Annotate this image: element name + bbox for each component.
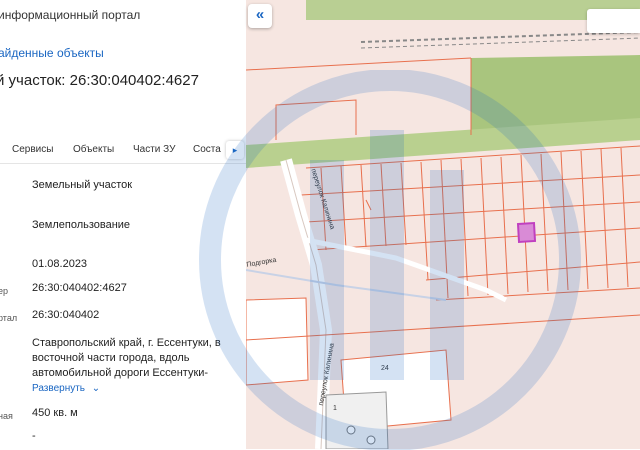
house-number-label: 1	[333, 405, 337, 412]
expand-label: Развернуть	[32, 383, 86, 394]
portal-title: информационный портал	[0, 8, 141, 22]
parcel-grid	[300, 145, 640, 301]
parcel-boundary	[246, 57, 472, 71]
map-point	[366, 435, 376, 445]
object-kind-value: Землепользование	[32, 219, 131, 231]
selected-parcel[interactable]	[516, 221, 537, 244]
cadastral-map[interactable]: переулок Калинина переулок Калинина Подг…	[246, 0, 640, 449]
tabs-scroll-right-button[interactable]: ▸	[226, 141, 244, 159]
tabs-bar: Сервисы Объекты Части ЗУ Соста ▸	[0, 138, 246, 162]
house-number-label: 24	[381, 365, 389, 372]
green-strip	[246, 118, 640, 168]
tabs-divider	[0, 163, 246, 164]
object-type-value: Земельный участок	[32, 179, 133, 191]
info-panel: информационный портал айденные объекты й…	[0, 0, 246, 449]
extra-value: -	[32, 430, 36, 442]
cadastral-number-value: 26:30:040402:4627	[32, 282, 127, 294]
chevron-right-icon: ▸	[232, 145, 238, 155]
parcel-boundary	[275, 99, 357, 140]
found-objects-link[interactable]: айденные объекты	[0, 46, 104, 60]
parcel-title: й участок: 26:30:040402:4627	[0, 72, 199, 89]
area-value: 450 кв. м	[32, 407, 78, 419]
row-label-cadastral-number: ер	[0, 286, 9, 296]
cadastral-quarter-value: 26:30:040402	[32, 309, 100, 321]
address-line: Ставропольский край, г. Ессентуки, в	[32, 337, 221, 349]
chevron-down-icon: ⌄	[91, 383, 101, 394]
road	[305, 237, 508, 303]
railway-line	[360, 37, 640, 49]
map-canvas[interactable]	[246, 0, 640, 449]
collapse-panel-button[interactable]: «	[248, 4, 272, 28]
tab-parts[interactable]: Части ЗУ	[133, 144, 175, 155]
tab-services[interactable]: Сервисы	[12, 144, 53, 155]
expand-address-button[interactable]: Развернуть ⌄	[32, 383, 100, 394]
tab-composition[interactable]: Соста	[193, 144, 221, 155]
address-line: автомобильной дороги Ессентуки-	[32, 367, 209, 379]
date-value: 01.08.2023	[32, 258, 88, 270]
row-label-cadastral-quarter: ртал	[0, 313, 18, 323]
map-control-button[interactable]	[587, 9, 640, 33]
map-point	[346, 425, 356, 435]
tab-objects[interactable]: Объекты	[73, 144, 114, 155]
row-label-area: ная	[0, 411, 13, 421]
address-value: Ставропольский край, г. Ессентуки, в вос…	[32, 336, 242, 381]
double-chevron-left-icon: «	[255, 6, 265, 23]
stream	[246, 269, 447, 301]
building	[325, 391, 389, 449]
parcel-block	[246, 297, 309, 386]
railway-line	[360, 31, 640, 43]
address-line: восточной части города, вдоль	[32, 352, 190, 364]
